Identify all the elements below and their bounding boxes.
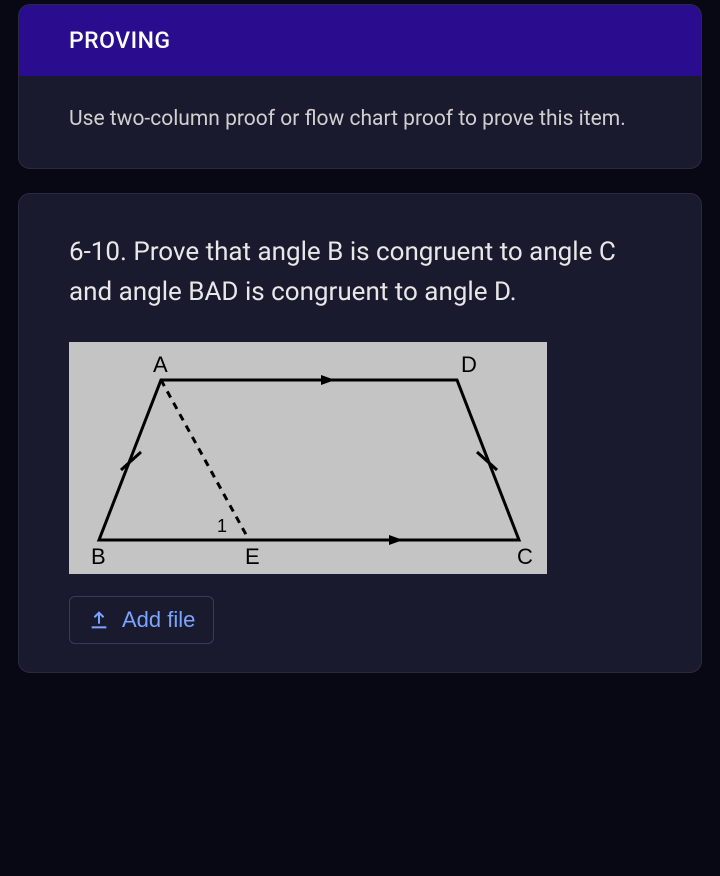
label-E: E (245, 544, 260, 569)
label-B: B (91, 544, 106, 569)
header-title: PROVING (69, 27, 171, 54)
instruction-text: Use two-column proof or flow chart proof… (69, 107, 626, 131)
problem-body: 6-10. Prove that angle B is congruent to… (19, 194, 701, 673)
instruction-body: Use two-column proof or flow chart proof… (19, 76, 701, 168)
add-file-label: Add file (122, 607, 195, 633)
label-A: A (153, 352, 168, 377)
card-header: PROVING (19, 5, 701, 76)
label-C: C (517, 544, 533, 569)
geometry-figure: A D B C E 1 (69, 342, 547, 574)
add-file-button[interactable]: Add file (69, 596, 214, 644)
label-angle1: 1 (217, 516, 227, 536)
upload-icon (88, 609, 110, 631)
problem-text: 6-10. Prove that angle B is congruent to… (69, 232, 651, 313)
instruction-card: PROVING Use two-column proof or flow cha… (18, 4, 702, 169)
label-D: D (461, 352, 477, 377)
problem-card: 6-10. Prove that angle B is congruent to… (18, 193, 702, 674)
